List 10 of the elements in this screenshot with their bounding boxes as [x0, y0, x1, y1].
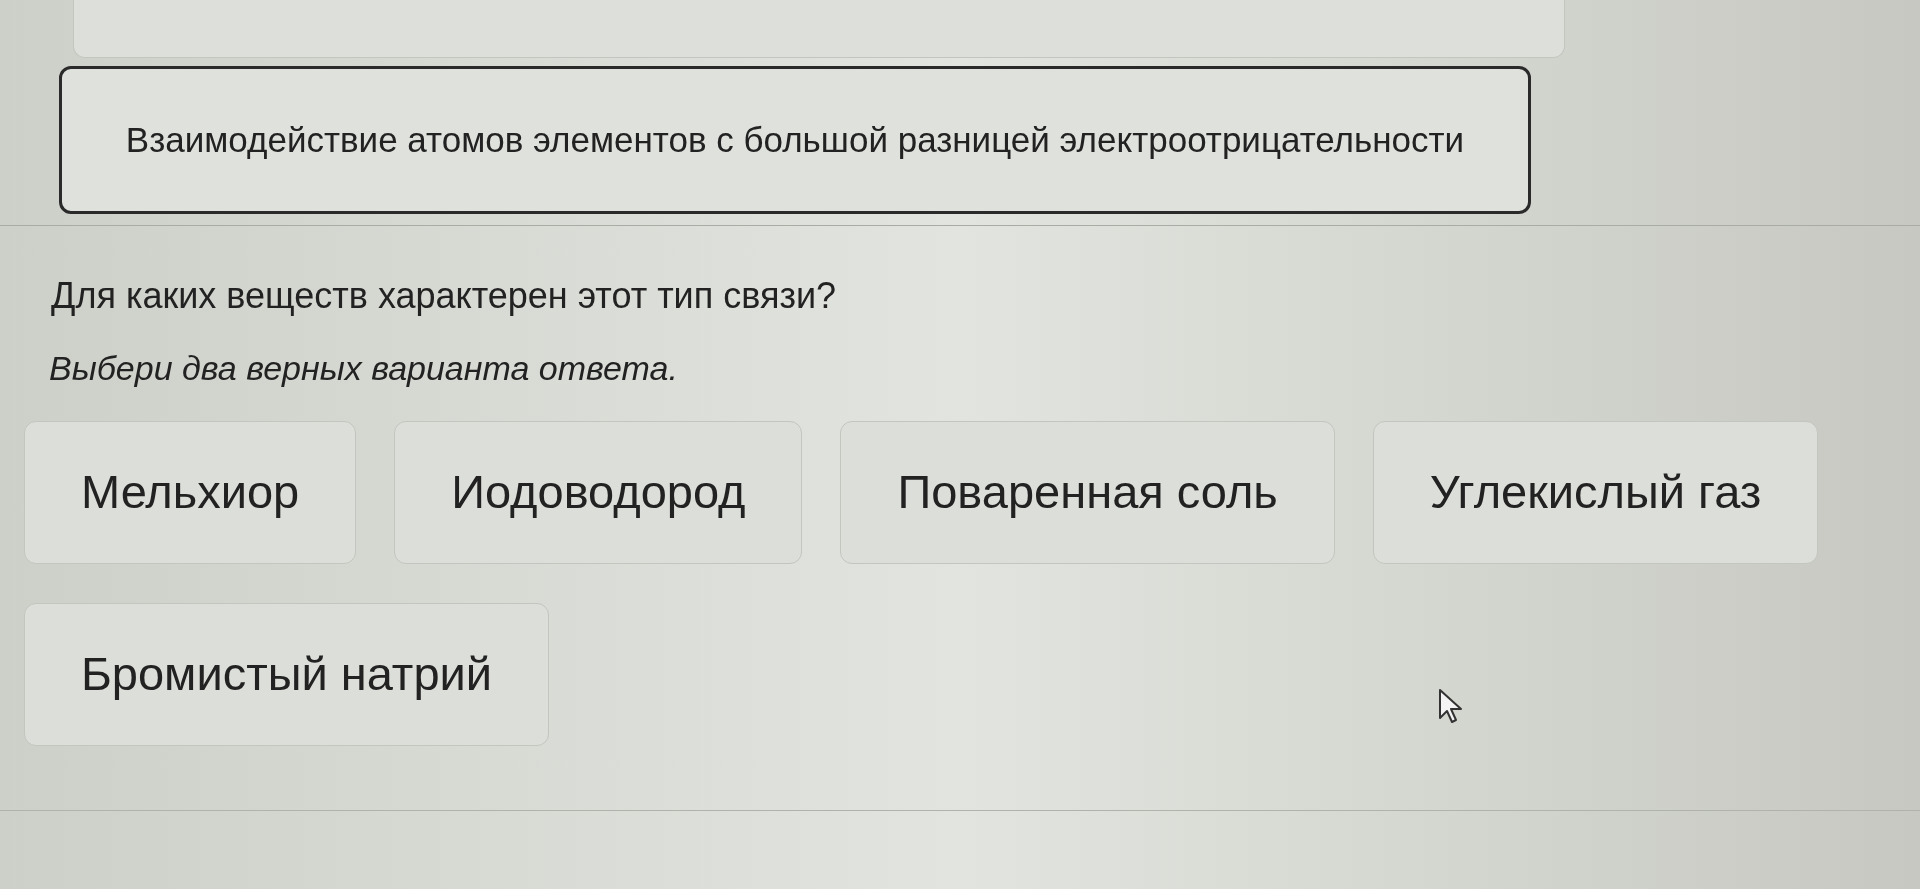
question-text: Для каких веществ характерен этот тип связи? [51, 275, 837, 317]
instruction-text: Выбери два верных варианта ответа. [49, 348, 678, 388]
option-button[interactable]: Углекислый газ [1372, 421, 1819, 564]
option-button[interactable]: Бромистый натрий [24, 603, 550, 746]
option-button[interactable]: Иодоводород [394, 421, 803, 564]
answer-card[interactable] [73, 0, 1565, 58]
answer-card[interactable]: Взаимодействие атомов элементов с большой разницей электроотрицательности [59, 66, 1531, 214]
option-button[interactable]: Мельхиор [24, 421, 357, 564]
option-button[interactable]: Поваренная соль [840, 421, 1335, 564]
cursor-icon [1438, 688, 1464, 724]
